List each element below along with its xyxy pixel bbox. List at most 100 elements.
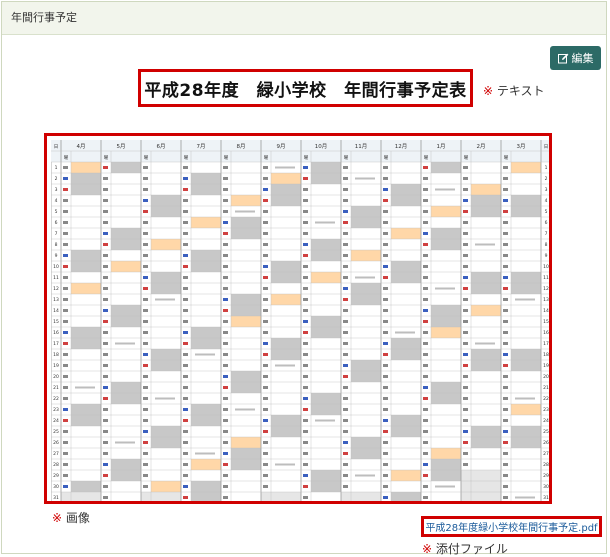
- event-cell: [471, 305, 501, 316]
- event-cell: [231, 195, 261, 206]
- weekday-mark: [63, 474, 68, 477]
- weekday-mark: [383, 232, 388, 235]
- weekend-cell: [431, 162, 461, 173]
- weekday-mark: [423, 254, 428, 257]
- weekday-mark: [63, 408, 68, 411]
- event-cell: [271, 173, 301, 184]
- day-number: 9: [55, 253, 58, 259]
- weekday-mark: [63, 430, 68, 433]
- day-number: 3: [55, 187, 58, 193]
- weekday-mark: [183, 309, 188, 312]
- weekend-cell: [511, 437, 541, 448]
- weekday-mark: [63, 485, 68, 488]
- weekday-mark: [183, 408, 188, 411]
- month-header: 2月: [477, 143, 486, 150]
- weekday-mark: [103, 441, 108, 444]
- weekday-mark: [223, 166, 228, 169]
- weekday-mark: [303, 320, 308, 323]
- weekday-mark: [343, 419, 348, 422]
- weekday-mark: [63, 419, 68, 422]
- weekday-mark: [423, 452, 428, 455]
- weekday-mark: [63, 210, 68, 213]
- day-number: 4: [55, 198, 58, 204]
- weekday-mark: [423, 243, 428, 246]
- weekend-cell: [391, 349, 421, 360]
- weekday-mark: [263, 463, 268, 466]
- weekday-mark: [143, 265, 148, 268]
- weekday-mark: [423, 188, 428, 191]
- weekend-cell: [111, 382, 141, 393]
- day-number: 10: [543, 264, 549, 270]
- weekday-mark: [463, 199, 468, 202]
- weekday-mark: [223, 485, 228, 488]
- weekday-mark: [303, 441, 308, 444]
- weekday-mark: [423, 364, 428, 367]
- weekday-mark: [143, 177, 148, 180]
- weekday-header: 曜: [184, 155, 189, 161]
- weekend-cell: [71, 250, 101, 261]
- weekday-mark: [63, 177, 68, 180]
- event-cell: [351, 250, 381, 261]
- weekday-mark: [263, 430, 268, 433]
- event-cell: [431, 206, 461, 217]
- day-number: 4: [545, 198, 548, 204]
- day-number: 16: [543, 330, 549, 336]
- weekday-mark: [463, 166, 468, 169]
- weekend-cell: [151, 195, 181, 206]
- weekday-mark: [303, 276, 308, 279]
- weekday-mark: [103, 221, 108, 224]
- weekday-mark: [383, 485, 388, 488]
- weekday-mark: [503, 397, 508, 400]
- weekday-mark: [303, 452, 308, 455]
- weekday-mark: [343, 188, 348, 191]
- event-cell: [471, 184, 501, 195]
- weekend-cell: [71, 415, 101, 426]
- weekday-mark: [183, 496, 188, 499]
- event-text-line: [475, 243, 495, 246]
- day-number: 16: [53, 330, 59, 336]
- weekday-mark: [223, 397, 228, 400]
- event-cell: [191, 459, 221, 470]
- day-number: 20: [543, 374, 549, 380]
- weekday-mark: [183, 188, 188, 191]
- day-number: 13: [543, 297, 549, 303]
- edit-button[interactable]: 編集: [550, 46, 601, 70]
- weekday-mark: [223, 430, 228, 433]
- weekday-mark: [383, 496, 388, 499]
- weekend-cell: [111, 393, 141, 404]
- weekday-mark: [503, 232, 508, 235]
- event-text-line: [475, 342, 495, 345]
- day-number: 15: [53, 319, 59, 325]
- weekend-cell: [111, 459, 141, 470]
- weekday-mark: [423, 430, 428, 433]
- weekday-mark: [463, 309, 468, 312]
- weekend-cell: [391, 492, 421, 501]
- day-number: 8: [55, 242, 58, 248]
- day-number: 2: [55, 176, 58, 182]
- attachment-link[interactable]: 平成28年度緑小学校年間行事予定.pdf: [421, 516, 602, 537]
- weekday-mark: [343, 287, 348, 290]
- weekend-cell: [71, 184, 101, 195]
- weekday-mark: [183, 485, 188, 488]
- weekday-mark: [303, 188, 308, 191]
- weekday-mark: [183, 474, 188, 477]
- weekend-cell: [311, 327, 341, 338]
- day-number: 24: [543, 418, 549, 424]
- weekday-mark: [463, 287, 468, 290]
- weekday-mark: [183, 386, 188, 389]
- weekend-cell: [311, 481, 341, 492]
- weekday-mark: [503, 166, 508, 169]
- event-cell: [71, 283, 101, 294]
- day-number: 23: [543, 407, 549, 413]
- weekday-mark: [503, 298, 508, 301]
- event-text-line: [115, 441, 135, 444]
- weekend-cell: [471, 283, 501, 294]
- weekday-mark: [103, 320, 108, 323]
- weekday-header: 曜: [344, 155, 349, 161]
- weekend-cell: [311, 250, 341, 261]
- weekend-cell: [151, 360, 181, 371]
- weekday-mark: [503, 463, 508, 466]
- month-header: 12月: [395, 143, 408, 150]
- weekday-mark: [63, 188, 68, 191]
- weekday-mark: [143, 254, 148, 257]
